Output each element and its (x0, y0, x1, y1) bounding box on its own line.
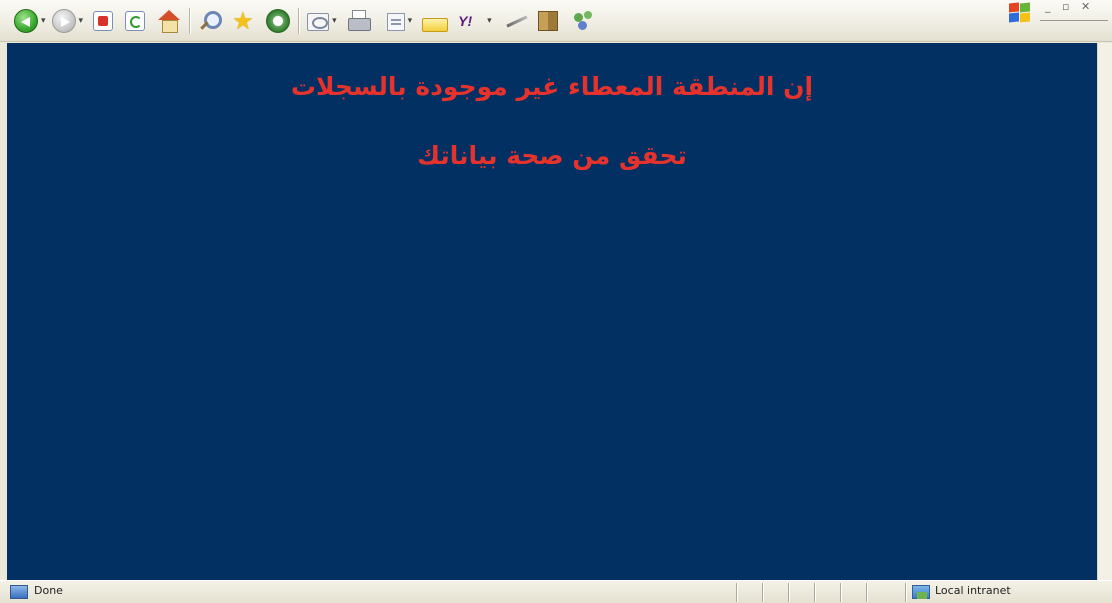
print-button[interactable] (347, 6, 371, 36)
research-button[interactable] (504, 6, 528, 36)
printer-icon (347, 9, 371, 33)
edit-dropdown-icon[interactable]: ▾ (408, 16, 413, 26)
status-divider (762, 583, 764, 602)
star-icon: ★ (232, 6, 254, 35)
note-icon (422, 17, 449, 32)
messenger-button[interactable] (572, 6, 596, 36)
windows-logo-icon (1008, 2, 1032, 23)
status-bar: Done Local intranet (0, 580, 1112, 603)
edit-icon (386, 13, 405, 31)
intranet-zone-icon (912, 585, 930, 599)
mail-dropdown-icon[interactable]: ▾ (332, 16, 337, 26)
back-button[interactable]: ▾ (14, 6, 50, 36)
standard-toolbar: ▾ ▾ ★ ▾ ▾ Y! ▾ _ ▫ ✕ (0, 0, 1112, 42)
error-message-line2: تحقق من صحة بياناتك (417, 141, 687, 170)
status-divider (905, 583, 907, 602)
browser-window: ▾ ▾ ★ ▾ ▾ Y! ▾ _ ▫ ✕ إن المنطقة المعطاء … (0, 0, 1112, 603)
yahoo-dropdown-icon[interactable]: ▾ (487, 16, 492, 26)
refresh-button[interactable] (125, 6, 146, 36)
yahoo-icon: Y! (458, 12, 473, 29)
messenger-icon (572, 9, 596, 33)
vertical-scrollbar[interactable] (1097, 43, 1112, 580)
stop-button[interactable] (93, 6, 114, 36)
scroll-down-button[interactable] (1099, 564, 1111, 578)
book-icon (537, 10, 558, 31)
mail-button[interactable]: ▾ (307, 6, 341, 36)
home-button[interactable] (157, 6, 181, 36)
favorites-button[interactable]: ★ (232, 6, 256, 36)
status-divider (814, 583, 816, 602)
discuss-button[interactable] (422, 6, 449, 36)
resize-grip-icon[interactable] (1096, 585, 1110, 601)
yahoo-button[interactable]: Y! ▾ (458, 6, 496, 36)
toolbar-separator (298, 7, 300, 34)
refresh-icon (125, 10, 146, 31)
back-dropdown-icon[interactable]: ▾ (41, 16, 46, 26)
forward-dropdown-icon[interactable]: ▾ (79, 16, 84, 26)
stop-icon (93, 10, 114, 31)
window-caption-buttons[interactable]: _ ▫ ✕ (1045, 0, 1094, 13)
history-button[interactable] (266, 6, 291, 36)
scroll-up-button[interactable] (1099, 45, 1111, 59)
search-button[interactable] (198, 6, 223, 36)
status-divider (788, 583, 790, 602)
back-arrow-icon (14, 8, 38, 33)
status-divider (866, 583, 868, 602)
pen-icon (504, 9, 528, 33)
history-icon (266, 8, 291, 33)
status-text: Done (34, 584, 63, 597)
home-icon (157, 9, 181, 33)
search-icon (198, 9, 223, 33)
toolbar-separator (189, 7, 191, 34)
mail-icon (307, 13, 330, 31)
status-divider (840, 583, 842, 602)
status-divider (736, 583, 738, 602)
page-icon (10, 585, 28, 599)
forward-button[interactable]: ▾ (51, 6, 88, 36)
caption-divider (1040, 20, 1108, 21)
security-zone-text: Local intranet (935, 584, 1011, 597)
book-button[interactable] (537, 6, 558, 36)
forward-arrow-icon (51, 8, 76, 33)
page-content: إن المنطقة المعطاء غير موجودة بالسجلات ت… (7, 43, 1097, 580)
error-message-line1: إن المنطقة المعطاء غير موجودة بالسجلات (290, 72, 814, 101)
edit-button[interactable]: ▾ (386, 6, 417, 36)
